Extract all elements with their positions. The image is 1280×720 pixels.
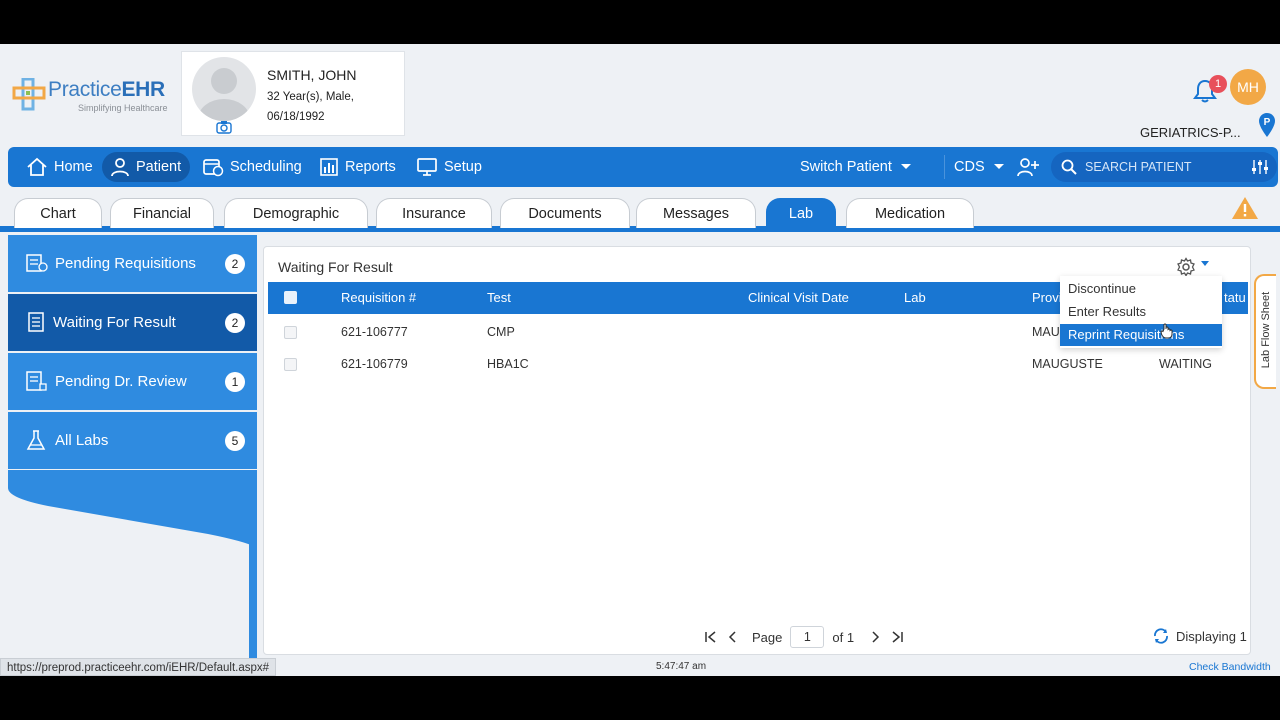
tab-messages[interactable]: Messages — [636, 198, 756, 228]
practiceehr-logo[interactable]: PracticeEHR Simplifying Healthcare — [12, 76, 172, 116]
col-status[interactable]: tatu — [1224, 290, 1246, 305]
results-list-icon — [28, 312, 44, 332]
nav-scheduling[interactable]: Scheduling — [194, 152, 310, 182]
bar-chart-icon — [320, 158, 338, 176]
notification-badge: 1 — [1209, 75, 1227, 93]
col-test[interactable]: Test — [487, 290, 511, 305]
patient-tabs: Chart Financial Demographic Insurance Do… — [0, 194, 1280, 232]
count-badge: 2 — [225, 313, 245, 333]
tab-insurance[interactable]: Insurance — [376, 198, 492, 228]
sidebar-item-all-labs[interactable]: All Labs 5 — [8, 412, 257, 469]
svg-text:P: P — [1264, 117, 1271, 128]
count-badge: 2 — [225, 254, 245, 274]
tab-chart[interactable]: Chart — [14, 198, 102, 228]
monitor-settings-icon — [417, 158, 437, 176]
chevron-right-icon — [872, 631, 880, 643]
select-all-checkbox[interactable] — [284, 291, 297, 304]
patient-avatar — [192, 57, 256, 121]
gear-caret-icon[interactable] — [1201, 261, 1209, 266]
cds-dropdown[interactable]: CDS — [946, 152, 1015, 182]
refresh-icon[interactable] — [1152, 628, 1170, 644]
logo-text: PracticeEHR — [48, 78, 165, 101]
tab-lab[interactable]: Lab — [766, 198, 836, 228]
caret-down-icon — [900, 164, 911, 169]
sidebar-item-pending-requisitions[interactable]: Pending Requisitions 2 — [8, 235, 257, 292]
menu-item-discontinue[interactable]: Discontinue — [1060, 278, 1222, 300]
nav-divider — [944, 155, 945, 179]
count-badge: 1 — [225, 372, 245, 392]
sidebar-item-pending-dr-review[interactable]: Pending Dr. Review 1 — [8, 353, 257, 410]
menu-item-enter-results[interactable]: Enter Results — [1060, 301, 1222, 323]
search-patient-input[interactable] — [1085, 160, 1255, 174]
nav-reports[interactable]: Reports — [311, 152, 404, 182]
status-time: 5:47:47 am — [656, 661, 707, 672]
prev-page-button[interactable] — [722, 631, 744, 643]
count-badge: 5 — [225, 431, 245, 451]
home-icon — [27, 157, 47, 176]
calendar-clock-icon — [203, 159, 224, 177]
chevron-left-icon — [728, 631, 736, 643]
col-provider[interactable]: Provi — [1032, 290, 1062, 305]
first-page-button[interactable] — [700, 631, 722, 643]
user-avatar[interactable]: MH — [1230, 69, 1266, 105]
warning-icon[interactable] — [1231, 196, 1259, 220]
lab-flow-sheet-tab[interactable]: Lab Flow Sheet — [1254, 274, 1276, 389]
app-window: PracticeEHR Simplifying Healthcare SMITH… — [0, 44, 1280, 676]
record-count: Displaying 1 — [1152, 628, 1247, 644]
mouse-cursor-icon — [1160, 323, 1173, 339]
col-lab[interactable]: Lab — [904, 290, 926, 305]
page-total: of 1 — [832, 629, 855, 645]
sidebar-item-waiting-for-result[interactable]: Waiting For Result 2 — [8, 294, 257, 351]
switch-patient-dropdown[interactable]: Switch Patient — [792, 152, 922, 182]
waiting-for-result-panel: Waiting For Result Requisition # Test Cl… — [263, 246, 1251, 655]
check-bandwidth-link[interactable]: Check Bandwidth — [1189, 661, 1271, 673]
next-page-button[interactable] — [864, 631, 886, 643]
page-label: Page — [752, 629, 783, 645]
nav-setup[interactable]: Setup — [408, 152, 490, 182]
first-page-icon — [705, 631, 716, 643]
patient-card: SMITH, JOHN 32 Year(s), Male, 06/18/1992 — [181, 51, 405, 136]
lab-sidebar: Pending Requisitions 2 Waiting For Resul… — [8, 235, 258, 676]
tab-financial[interactable]: Financial — [110, 198, 214, 228]
nav-patient[interactable]: Patient — [102, 152, 190, 182]
add-user-icon[interactable] — [1017, 157, 1039, 177]
last-page-icon — [892, 631, 903, 643]
nav-home[interactable]: Home — [18, 152, 101, 182]
page-number-input[interactable] — [790, 626, 825, 648]
user-icon — [111, 158, 129, 177]
tab-demographic[interactable]: Demographic — [224, 198, 368, 228]
col-requisition[interactable]: Requisition # — [341, 290, 416, 305]
row-checkbox[interactable] — [284, 326, 297, 339]
main-navbar: Home Patient Scheduling Reports Setup Sw… — [8, 147, 1278, 187]
requisition-icon — [26, 254, 48, 272]
logo-cross-icon — [12, 78, 46, 111]
table-row[interactable]: 621-106779 HBA1C MAUGUSTE WAITING — [268, 348, 1248, 380]
filter-sliders-icon[interactable] — [1251, 159, 1269, 175]
patient-search — [1051, 152, 1277, 182]
actions-dropdown-menu: Discontinue Enter Results Reprint Requis… — [1060, 276, 1222, 348]
tab-medication[interactable]: Medication — [846, 198, 974, 228]
patient-info: 32 Year(s), Male, 06/18/1992 — [267, 91, 354, 123]
last-page-button[interactable] — [886, 631, 908, 643]
menu-item-reprint-requisitions[interactable]: Reprint Requisitions — [1060, 324, 1222, 346]
search-icon — [1061, 159, 1077, 175]
gear-icon[interactable] — [1176, 257, 1196, 277]
review-document-icon — [26, 371, 47, 391]
col-clinical-visit-date[interactable]: Clinical Visit Date — [748, 290, 849, 305]
status-bar: https://preprod.practiceehr.com/iEHR/Def… — [0, 658, 1280, 676]
caret-down-icon — [993, 164, 1004, 169]
panel-title: Waiting For Result — [278, 259, 393, 275]
status-url: https://preprod.practiceehr.com/iEHR/Def… — [0, 658, 277, 676]
camera-icon[interactable] — [216, 120, 232, 134]
sidebar-decoration — [8, 470, 257, 676]
logo-tagline: Simplifying Healthcare — [78, 103, 168, 113]
pagination: Page of 1 — [700, 625, 908, 649]
practice-name[interactable]: GERIATRICS-P... — [1140, 125, 1241, 140]
row-checkbox[interactable] — [284, 358, 297, 371]
location-pin-icon[interactable]: P — [1258, 112, 1276, 138]
patient-name: SMITH, JOHN — [267, 67, 357, 83]
tab-documents[interactable]: Documents — [500, 198, 630, 228]
flask-icon — [26, 430, 46, 450]
